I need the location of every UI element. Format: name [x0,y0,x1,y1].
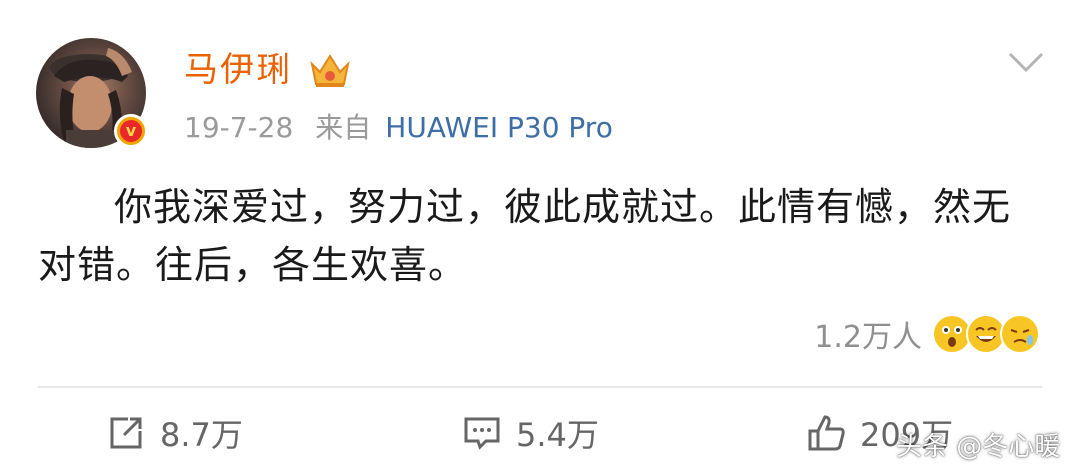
divider [38,386,1042,388]
watermark: 头条 @冬心暖 [896,432,1061,462]
post-meta: 19-7-28 来自 HUAWEI P30 Pro [184,108,613,148]
crying-emoji-icon [1000,314,1040,354]
comment-count: 5.4万 [516,416,599,454]
reaction-count: 1.2万人 [814,320,922,355]
thumbs-up-icon [808,415,845,451]
username[interactable]: 马伊琍 [184,48,292,92]
post-text: 你我深爱过，努力过，彼此成就过。此情有憾，然无对错。往后，各生欢喜。 [38,185,1012,287]
verified-badge-icon: v [114,114,148,148]
crown-icon[interactable] [308,50,352,90]
comment-icon [464,417,500,450]
chevron-down-icon[interactable] [1006,50,1046,74]
comment-button[interactable]: 5.4万 [462,410,599,456]
repost-button[interactable]: 8.7万 [106,410,243,456]
source-prefix: 来自 [315,111,372,144]
source-device[interactable]: HUAWEI P30 Pro [385,111,613,144]
repost-count: 8.7万 [160,416,243,454]
post-date: 19-7-28 [184,111,294,144]
reactions-bar[interactable]: 1.2万人 [814,310,1040,358]
repost-icon [110,417,142,449]
